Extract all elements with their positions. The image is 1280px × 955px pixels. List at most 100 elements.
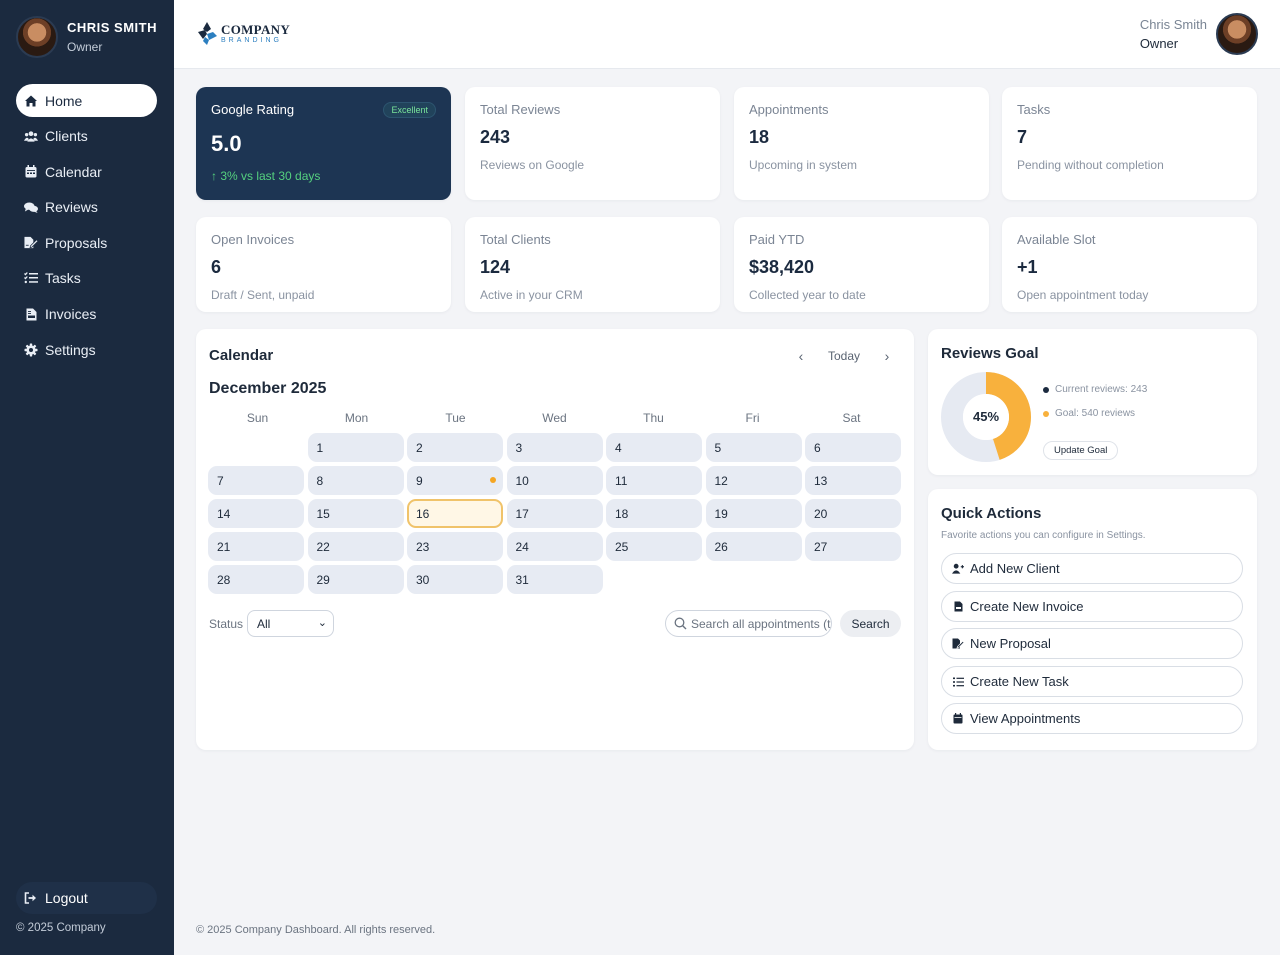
calendar-day-number: 29 (316, 573, 330, 587)
calendar-day[interactable]: 26 (705, 532, 802, 561)
calendar-day-number: 9 (416, 474, 423, 488)
today-button[interactable]: Today (828, 349, 860, 363)
stat-label: Total Clients (480, 232, 551, 247)
legend-current-text: Current reviews: 243 (1055, 384, 1148, 395)
sidebar-item-reviews[interactable]: Reviews (16, 191, 157, 224)
sidebar-item-calendar[interactable]: Calendar (16, 155, 157, 188)
stat-card-google-rating: Google Rating Excellent 5.0 ↑ 3% vs last… (196, 87, 451, 200)
view-appointments-button[interactable]: View Appointments (941, 703, 1243, 734)
sidebar-item-clients[interactable]: Clients (16, 120, 157, 153)
calendar-day[interactable]: 27 (805, 532, 901, 561)
stat-value: 7 (1017, 127, 1028, 147)
calendar-day[interactable]: 5 (705, 433, 802, 462)
chevron-down-icon: ⌄ (317, 617, 327, 629)
sidebar-item-label: Invoices (45, 306, 97, 323)
legend-goal-text: Goal: 540 reviews (1055, 408, 1136, 419)
status-select[interactable]: All ⌄ (247, 610, 334, 637)
calendar-day[interactable]: 25 (606, 532, 702, 561)
stat-card-paid-ytd: Paid YTD $38,420 Collected year to date (734, 217, 989, 312)
header-user-role: Owner (1139, 36, 1179, 51)
calendar-day[interactable]: 7 (208, 466, 304, 495)
calendar-day-number: 28 (217, 573, 231, 587)
sidebar-item-label: Settings (45, 341, 96, 358)
calendar-day-number: 5 (714, 441, 722, 455)
calendar-day[interactable]: 30 (407, 565, 503, 594)
sidebar-user: CHRIS SMITH Owner (16, 16, 157, 58)
stat-card-total-clients: Total Clients 124 Active in your CRM (465, 217, 720, 312)
quick-action-label: New Proposal (970, 636, 1051, 651)
update-goal-button[interactable]: Update Goal (1043, 441, 1119, 460)
calendar-day[interactable]: 21 (208, 532, 304, 561)
calendar-day[interactable]: 6 (805, 433, 901, 462)
calendar-day-number: 6 (814, 441, 821, 455)
calendar-day-number: 17 (515, 507, 529, 521)
header-user-name: Chris Smith (1139, 17, 1207, 32)
calendar-day[interactable]: 29 (307, 565, 404, 594)
calendar-day[interactable]: 14 (208, 499, 304, 528)
calendar-day[interactable]: 3 (506, 433, 603, 462)
calendar-icon (952, 713, 964, 725)
calendar-day[interactable]: 10 (506, 466, 603, 495)
calendar-day[interactable]: 1 (307, 433, 404, 462)
stat-value: +1 (1017, 257, 1038, 277)
sidebar-item-settings[interactable]: Settings (16, 333, 157, 366)
calendar-day[interactable]: 2 (407, 433, 503, 462)
calendar-day[interactable]: 23 (407, 532, 503, 561)
calendar-day-today[interactable]: 16 (407, 499, 503, 528)
stat-label: Tasks (1017, 102, 1051, 117)
header-user[interactable]: Chris Smith Owner (1140, 13, 1258, 55)
users-icon (24, 129, 38, 143)
appointment-search-input[interactable]: Search all appointments (t (665, 610, 832, 637)
logout-icon (24, 891, 38, 905)
stat-value: 5.0 (211, 131, 242, 156)
calendar-day[interactable]: 22 (307, 532, 404, 561)
calendar-nav: ‹ Today › (794, 348, 894, 364)
sidebar-item-label: Home (45, 92, 83, 109)
logo-mark-icon (198, 22, 217, 45)
add-new-client-button[interactable]: Add New Client (941, 553, 1243, 584)
calendar-day[interactable]: 28 (208, 565, 304, 594)
create-new-task-button[interactable]: Create New Task (941, 666, 1243, 697)
sidebar-item-tasks[interactable]: Tasks (16, 262, 157, 295)
sidebar-item-invoices[interactable]: Invoices (16, 298, 157, 331)
sidebar-item-home[interactable]: Home (16, 84, 157, 117)
calendar-day[interactable]: 18 (606, 499, 702, 528)
company-logo[interactable]: COMPANY BRANDING (196, 20, 290, 46)
create-new-invoice-button[interactable]: Create New Invoice (941, 591, 1243, 622)
weekday-label: Wed (542, 411, 567, 425)
stat-subtext: Reviews on Google (480, 158, 585, 172)
calendar-title: Calendar (209, 347, 274, 364)
user-plus-icon (952, 563, 964, 575)
calendar-day[interactable]: 9 (407, 466, 503, 495)
weekday-header: Sun Mon Tue Wed Thu Fri Sat (208, 411, 901, 425)
calendar-day[interactable]: 24 (506, 532, 603, 561)
calendar-day[interactable]: 8 (307, 466, 404, 495)
chevron-right-icon[interactable]: › (880, 348, 894, 364)
calendar-day[interactable]: 20 (805, 499, 901, 528)
calendar-day[interactable]: 12 (705, 466, 802, 495)
quick-action-label: Create New Task (970, 674, 1069, 689)
calendar-day[interactable]: 15 (307, 499, 404, 528)
legend-dot (1043, 410, 1049, 417)
calendar-day[interactable]: 31 (506, 565, 603, 594)
calendar-day[interactable]: 17 (506, 499, 603, 528)
calendar-day[interactable]: 13 (805, 466, 901, 495)
stat-card-tasks: Tasks 7 Pending without completion (1002, 87, 1257, 200)
calendar-day-number: 27 (814, 540, 828, 554)
quick-actions-subtitle: Favorite actions you can configure in Se… (941, 530, 1146, 541)
chevron-left-icon[interactable]: ‹ (794, 348, 808, 364)
calendar-day[interactable]: 19 (705, 499, 802, 528)
sidebar-item-proposals[interactable]: Proposals (16, 226, 157, 259)
weekday-label: Sun (246, 411, 269, 425)
quick-actions-title: Quick Actions (941, 505, 1042, 522)
stat-card-open-invoices: Open Invoices 6 Draft / Sent, unpaid (196, 217, 451, 312)
calendar-day[interactable]: 4 (606, 433, 702, 462)
weekday-label: Sat (842, 411, 861, 425)
new-proposal-button[interactable]: New Proposal (941, 628, 1243, 659)
calendar-day[interactable]: 11 (606, 466, 702, 495)
stat-trend: ↑ 3% vs last 30 days (211, 169, 321, 183)
logout-button[interactable]: Logout (16, 882, 157, 914)
calendar-filters: Status All ⌄ Search all appointments (t … (209, 610, 902, 637)
weekday-label: Fri (745, 411, 760, 425)
search-button[interactable]: Search (840, 610, 901, 637)
